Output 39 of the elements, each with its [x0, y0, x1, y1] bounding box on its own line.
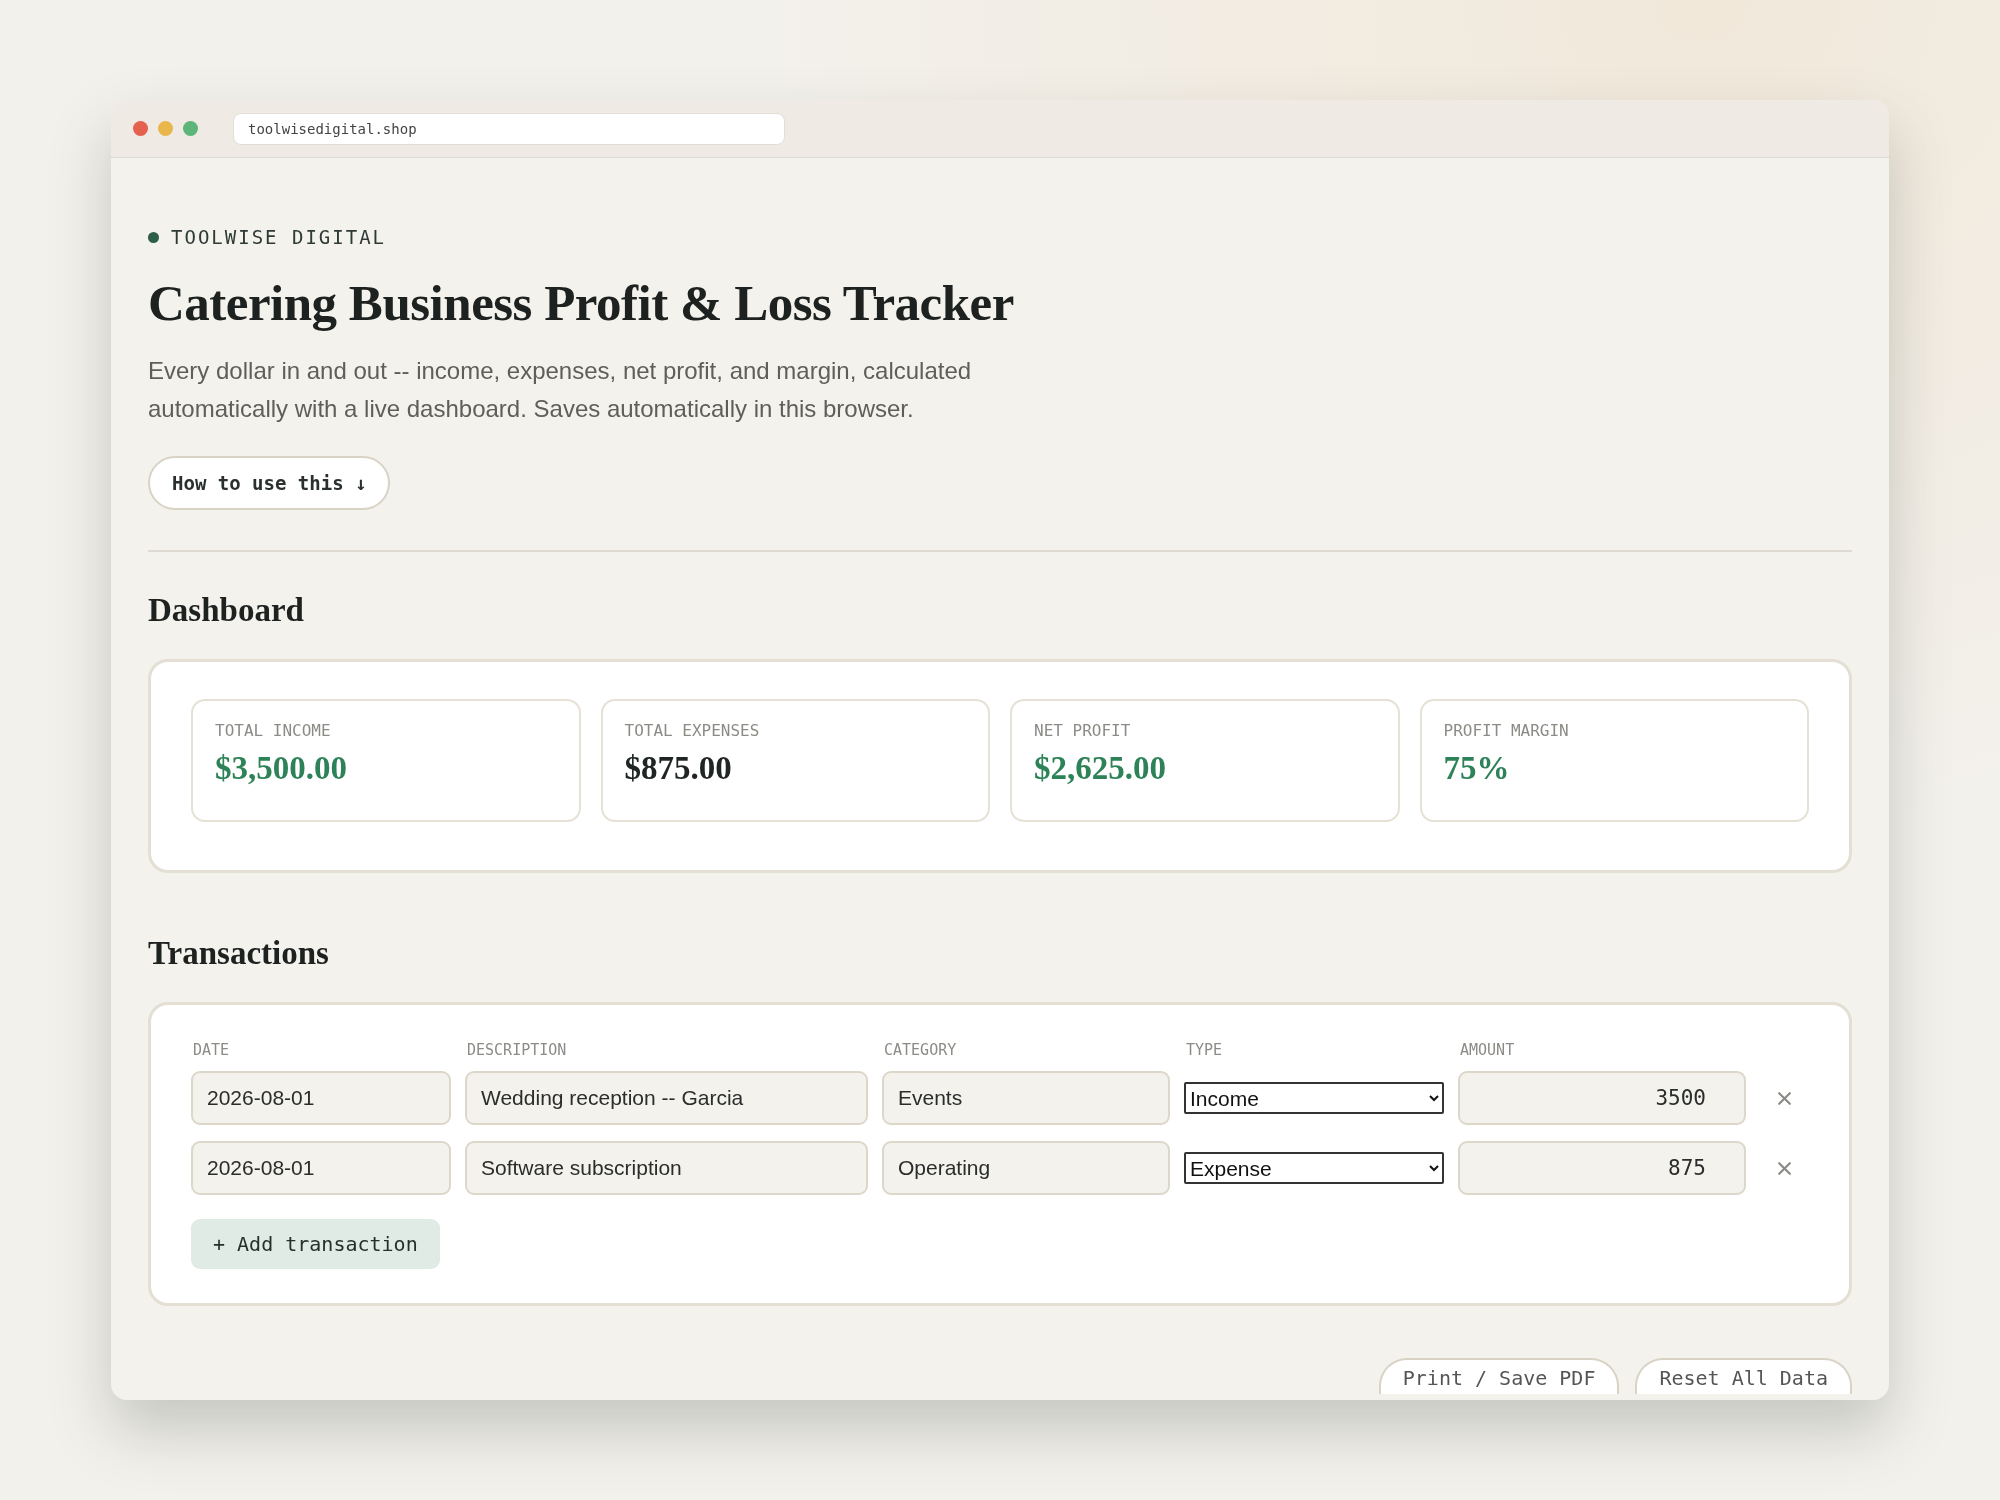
maximize-icon[interactable]	[183, 121, 198, 136]
column-header: TYPE	[1185, 1041, 1224, 1059]
stat-label: TOTAL EXPENSES	[624, 721, 761, 740]
description-field[interactable]: Wedding reception -- Garcia	[465, 1071, 868, 1125]
stat-label: NET PROFIT	[1034, 721, 1132, 740]
minimize-icon[interactable]	[158, 121, 173, 136]
brand-name: TOOLWISE DIGITAL	[171, 226, 387, 248]
stat-label: PROFIT MARGIN	[1443, 721, 1570, 740]
stat-value: $2,625.00	[1034, 750, 1167, 787]
date-field[interactable]: 2026-08-01	[191, 1141, 451, 1195]
footer-button[interactable]: Reset All Data	[1635, 1358, 1852, 1394]
page-title: Catering Business Profit & Loss Tracker	[148, 274, 1015, 332]
section-heading: Dashboard	[148, 592, 305, 629]
page-description: Every dollar in and out -- income, expenses, net profit, and margin, calculated automatically with a live dashboard. Saves automatically in this browser.	[148, 356, 973, 424]
close-icon[interactable]	[133, 121, 148, 136]
stat-value: 75%	[1443, 750, 1511, 787]
stat-value: $3,500.00	[215, 750, 348, 787]
brand-dot-icon	[148, 231, 159, 243]
type-dropdown[interactable]: Income	[1184, 1082, 1444, 1114]
stat-value: $875.00	[624, 750, 733, 787]
type-dropdown[interactable]: Expense	[1184, 1152, 1444, 1184]
date-field[interactable]: 2026-08-01	[191, 1071, 451, 1125]
section-heading: Transactions	[148, 935, 330, 972]
add-transaction-button[interactable]: + Add transaction	[191, 1219, 440, 1269]
how-to-button[interactable]: How to use this ↓	[148, 456, 391, 510]
column-header: CATEGORY	[883, 1041, 958, 1059]
footer-button[interactable]: Print / Save PDF	[1378, 1358, 1620, 1394]
close-icon[interactable]	[1776, 1089, 1793, 1107]
close-icon[interactable]	[1776, 1159, 1793, 1177]
description-field[interactable]: Software subscription	[465, 1141, 868, 1195]
category-field[interactable]: Operating	[882, 1141, 1170, 1195]
address-field[interactable]: toolwisedigital.shop	[233, 112, 785, 145]
column-header: DESCRIPTION	[466, 1041, 568, 1059]
amount-field[interactable]: 3500	[1458, 1071, 1746, 1125]
stat-label: TOTAL INCOME	[215, 721, 332, 740]
column-header: DATE	[192, 1041, 231, 1059]
column-header: AMOUNT	[1459, 1041, 1516, 1059]
category-field[interactable]: Events	[882, 1071, 1170, 1125]
amount-field[interactable]: 875	[1458, 1141, 1746, 1195]
